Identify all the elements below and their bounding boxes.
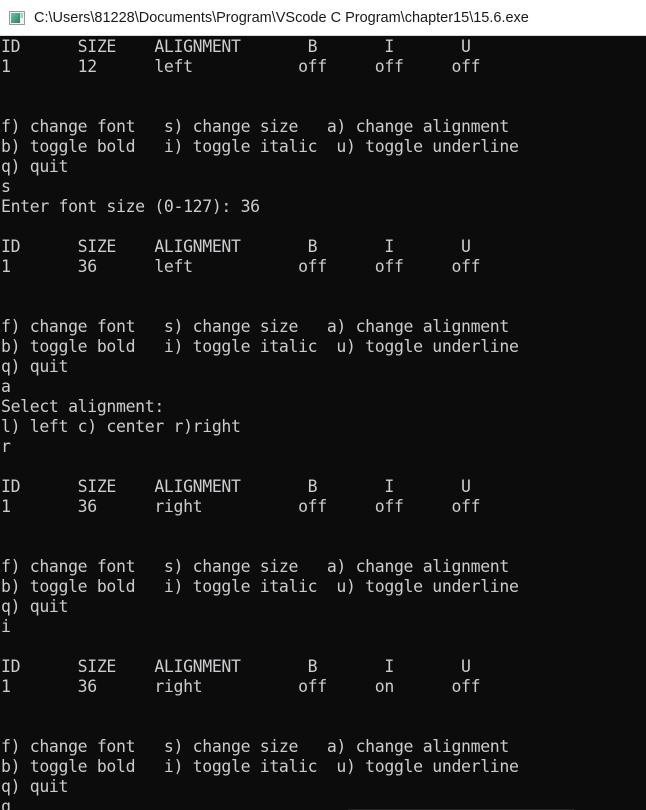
console-window: C:\Users\81228\Documents\Program\VScode … xyxy=(0,0,646,810)
console-text: ID SIZE ALIGNMENT B I U 1 12 left off of… xyxy=(1,37,519,810)
window-titlebar[interactable]: C:\Users\81228\Documents\Program\VScode … xyxy=(0,0,646,36)
console-window-icon xyxy=(9,10,25,25)
window-title: C:\Users\81228\Documents\Program\VScode … xyxy=(34,9,529,26)
console-output-area[interactable]: ID SIZE ALIGNMENT B I U 1 12 left off of… xyxy=(0,36,646,810)
